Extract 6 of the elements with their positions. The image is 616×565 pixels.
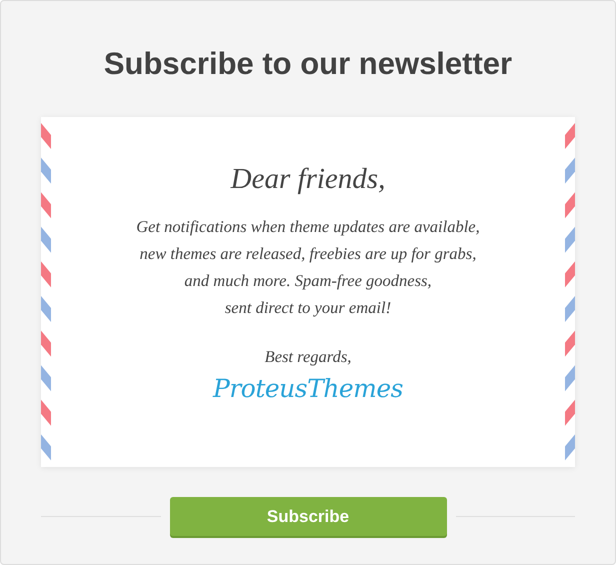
newsletter-title: Subscribe to our newsletter: [104, 45, 512, 83]
letter-closing: Best regards,: [264, 346, 352, 368]
subscribe-button[interactable]: Subscribe: [170, 497, 446, 536]
signature: ProteusThemes: [213, 373, 403, 405]
letter-body: Get notifications when theme updates are available, new themes are released, freebies are up for grabs, and much more. Spam-free goodness, sent direct to your email!: [136, 216, 480, 319]
letter-greeting: Dear friends,: [230, 162, 386, 197]
